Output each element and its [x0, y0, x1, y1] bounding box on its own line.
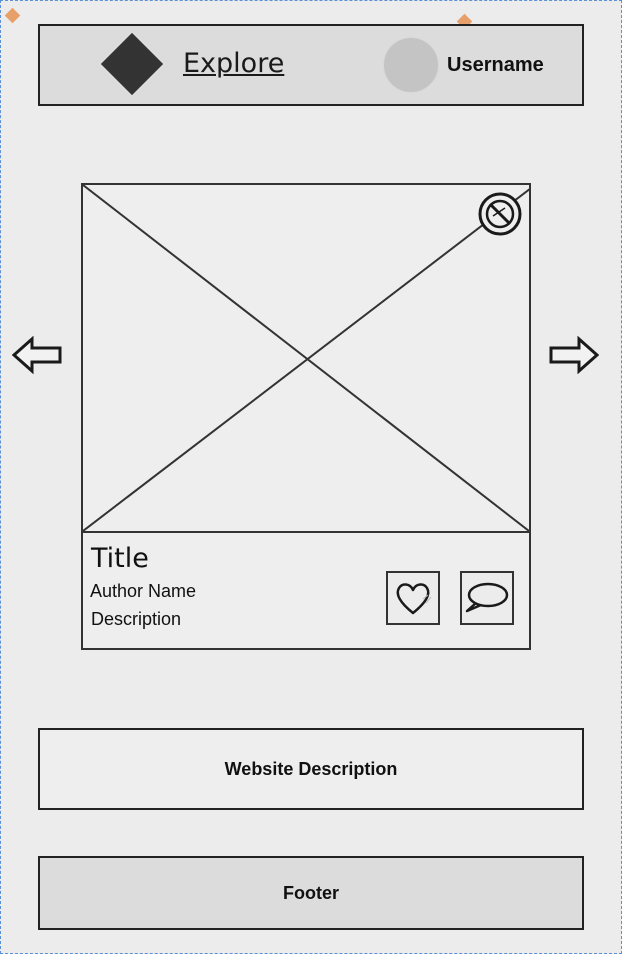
card-description: Description [91, 609, 182, 629]
comment-icon [465, 582, 509, 613]
content-card[interactable]: Title Author Name Description [81, 183, 536, 650]
user-avatar-icon[interactable] [383, 37, 439, 93]
no-image-icon [477, 191, 523, 242]
website-description: Website Description [38, 728, 584, 810]
comment-button[interactable] [460, 571, 514, 625]
arrow-left-icon[interactable] [11, 335, 62, 379]
card-author: Author Name [90, 581, 197, 601]
arrow-right-icon[interactable] [549, 335, 600, 379]
card-info: Title Author Name Description [83, 531, 529, 648]
explore-link[interactable]: Explore [183, 48, 284, 79]
header: Explore Username [38, 24, 584, 106]
diamond-logo-icon[interactable] [100, 32, 164, 96]
footer: Footer [38, 856, 584, 930]
card-title: Title [91, 543, 149, 574]
heart-icon [396, 583, 432, 615]
username-label[interactable]: Username [447, 54, 544, 77]
like-button[interactable] [386, 571, 440, 625]
image-placeholder-icon [82, 184, 536, 532]
resize-handle-top-left[interactable] [4, 7, 21, 24]
